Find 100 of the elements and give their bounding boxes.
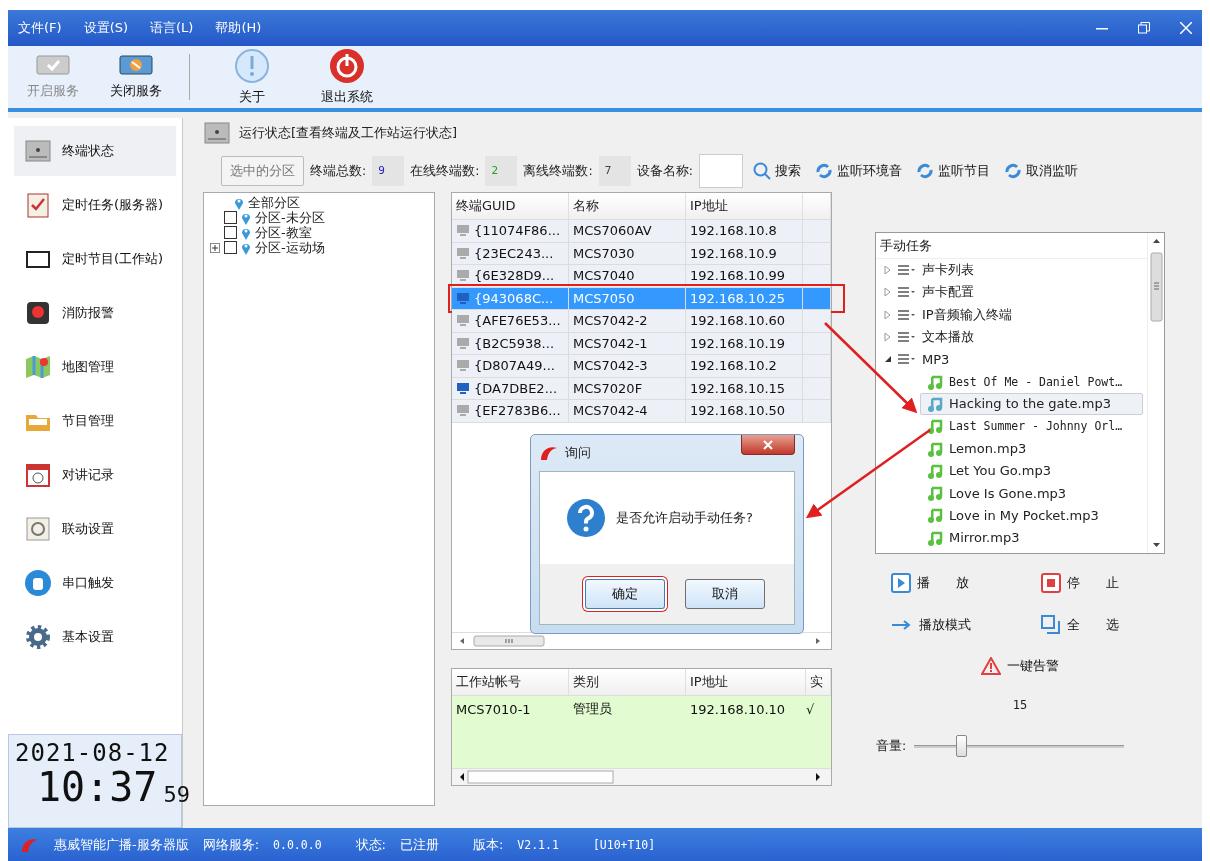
column-header[interactable]: 名称 (569, 193, 686, 219)
tree-item[interactable]: Love in My Pocket.mp3 (920, 504, 1143, 527)
horizontal-scrollbar[interactable] (452, 768, 831, 785)
control-button[interactable]: 全 选 (1035, 614, 1155, 636)
hand-icon (24, 569, 52, 597)
device-name-field[interactable] (698, 154, 743, 188)
monitor-button[interactable]: 取消监听 (999, 162, 1082, 180)
toolbar-button[interactable]: 退出系统 (299, 48, 394, 106)
menu-item[interactable]: 帮助(H) (215, 19, 262, 37)
list-icon (898, 309, 916, 320)
monitor-button[interactable]: 监听环境音 (810, 162, 906, 180)
column-header[interactable]: IP地址 (686, 193, 803, 219)
table-row[interactable]: {AFE76E53... MCS7042-2 192.168.10.60 (452, 310, 831, 333)
column-header[interactable]: 实 (806, 669, 831, 695)
table-row[interactable]: {D807A49... MCS7042-3 192.168.10.2 (452, 355, 831, 378)
tree-item[interactable]: MP3 (876, 348, 1147, 371)
music-note-icon (927, 418, 943, 435)
close-button[interactable] (741, 435, 795, 455)
table-row[interactable]: {11074F86... MCS7060AV 192.168.10.8 (452, 220, 831, 243)
table-row[interactable]: {B2C5938... MCS7042-1 192.168.10.19 (452, 332, 831, 355)
expand-arrow-icon[interactable] (884, 288, 892, 297)
sidebar-item[interactable]: 节目管理 (14, 396, 176, 446)
sidebar-item[interactable]: 定时任务(服务器) (14, 180, 176, 230)
arrow-right-icon (891, 619, 913, 631)
stat-label: 离线终端数: (523, 162, 593, 180)
menu-item[interactable]: 语言(L) (150, 19, 194, 37)
calendar-icon (24, 461, 52, 489)
info-icon (233, 48, 270, 84)
column-header[interactable]: IP地址 (686, 669, 806, 695)
toolbar-button[interactable]: 关于 (204, 48, 299, 106)
table-row[interactable]: {EF2783B6... MCS7042-4 192.168.10.50 (452, 400, 831, 423)
tree-item[interactable]: Last Summer - Johnny Orl… (920, 415, 1143, 438)
stat-value: 9 (372, 156, 405, 186)
checkbox[interactable] (224, 241, 237, 254)
sidebar-item[interactable]: 定时节目(工作站) (14, 234, 176, 284)
link-icon (24, 515, 52, 543)
table-row[interactable]: {6E328D9... MCS7040 192.168.10.99 (452, 265, 831, 288)
sidebar-item[interactable]: 串口触发 (14, 558, 176, 608)
map-icon (24, 353, 52, 381)
refresh-icon (915, 163, 934, 179)
column-header[interactable]: 类别 (569, 669, 686, 695)
control-button[interactable]: 播 放 (885, 572, 1005, 594)
menu-item[interactable]: 文件(F) (18, 19, 62, 37)
zone-button[interactable]: 选中的分区 (221, 156, 304, 186)
tree-item[interactable]: 声卡配置 (876, 281, 1147, 304)
sidebar-item[interactable]: 终端状态 (14, 126, 176, 176)
table-row[interactable]: {23EC243... MCS7030 192.168.10.9 (452, 242, 831, 265)
sidebar-item[interactable]: 消防报警 (14, 288, 176, 338)
dialog-button[interactable]: 确定 (585, 579, 665, 609)
status-text: 0.0.0.0 (273, 837, 322, 852)
table-row[interactable]: {DA7DBE2... MCS7020F 192.168.10.15 (452, 377, 831, 400)
power-icon (328, 48, 365, 84)
tree-item[interactable]: Mirror.mp3 (920, 526, 1143, 549)
sidebar-item[interactable]: 地图管理 (14, 342, 176, 392)
table-cell: MCS7042-4 (573, 403, 648, 419)
collapse-arrow-icon[interactable] (884, 355, 892, 364)
device-icon (456, 404, 470, 418)
search-button[interactable]: 搜索 (748, 162, 805, 180)
slider-thumb[interactable] (956, 735, 968, 757)
table-cell: {AFE76E53... (474, 313, 561, 329)
list-icon (898, 287, 916, 298)
table-cell: MCS7010-1 (456, 701, 531, 717)
restore-icon[interactable] (1138, 22, 1150, 34)
checkbox[interactable] (224, 226, 237, 239)
music-note-icon (927, 462, 943, 479)
table-cell: 192.168.10.8 (690, 223, 777, 239)
device-icon (456, 359, 470, 373)
device-icon (456, 246, 470, 260)
sidebar-item[interactable]: 联动设置 (14, 504, 176, 554)
volume-label: 音量: (875, 737, 907, 755)
alarm-button[interactable]: 一键告警 (975, 656, 1065, 676)
expand-arrow-icon[interactable] (884, 266, 892, 275)
expand-icon[interactable] (210, 242, 220, 253)
tree-item[interactable]: IP音频输入终端 (876, 303, 1147, 326)
stat-value: 2 (485, 156, 518, 186)
device-icon (456, 224, 470, 238)
expand-arrow-icon[interactable] (884, 310, 892, 319)
menu-item[interactable]: 设置(S) (83, 19, 129, 37)
tree-item[interactable]: Best Of Me - Daniel Powt… (920, 370, 1143, 393)
tree-item[interactable]: 文本播放 (876, 325, 1147, 349)
sidebar-item[interactable]: 对讲记录 (14, 450, 176, 500)
checkbox[interactable] (224, 211, 237, 224)
control-button[interactable]: 停 止 (1035, 572, 1155, 594)
tree-item[interactable]: Hacking to the gate.mp3 (920, 392, 1143, 416)
column-header[interactable]: 终端GUID (452, 193, 569, 219)
stat-value: 7 (598, 156, 631, 186)
toolbar-button[interactable]: 关闭服务 (88, 54, 183, 100)
tree-item[interactable]: Let You Go.mp3 (920, 459, 1143, 482)
tree-item[interactable]: Lemon.mp3 (920, 437, 1143, 460)
stat-label: 在线终端数: (410, 162, 480, 180)
dialog-button[interactable]: 取消 (685, 579, 765, 609)
close-icon[interactable] (1180, 22, 1192, 34)
tree-item[interactable]: Love Is Gone.mp3 (920, 481, 1143, 505)
tree-item[interactable]: 声卡列表 (876, 259, 1147, 282)
sidebar-item[interactable]: 基本设置 (14, 612, 176, 662)
control-button[interactable]: 播放模式 (885, 614, 1005, 636)
monitor-button[interactable]: 监听节目 (911, 162, 994, 180)
refresh-icon (814, 163, 833, 179)
column-header[interactable]: 工作站帐号 (452, 669, 569, 695)
expand-arrow-icon[interactable] (884, 333, 892, 342)
